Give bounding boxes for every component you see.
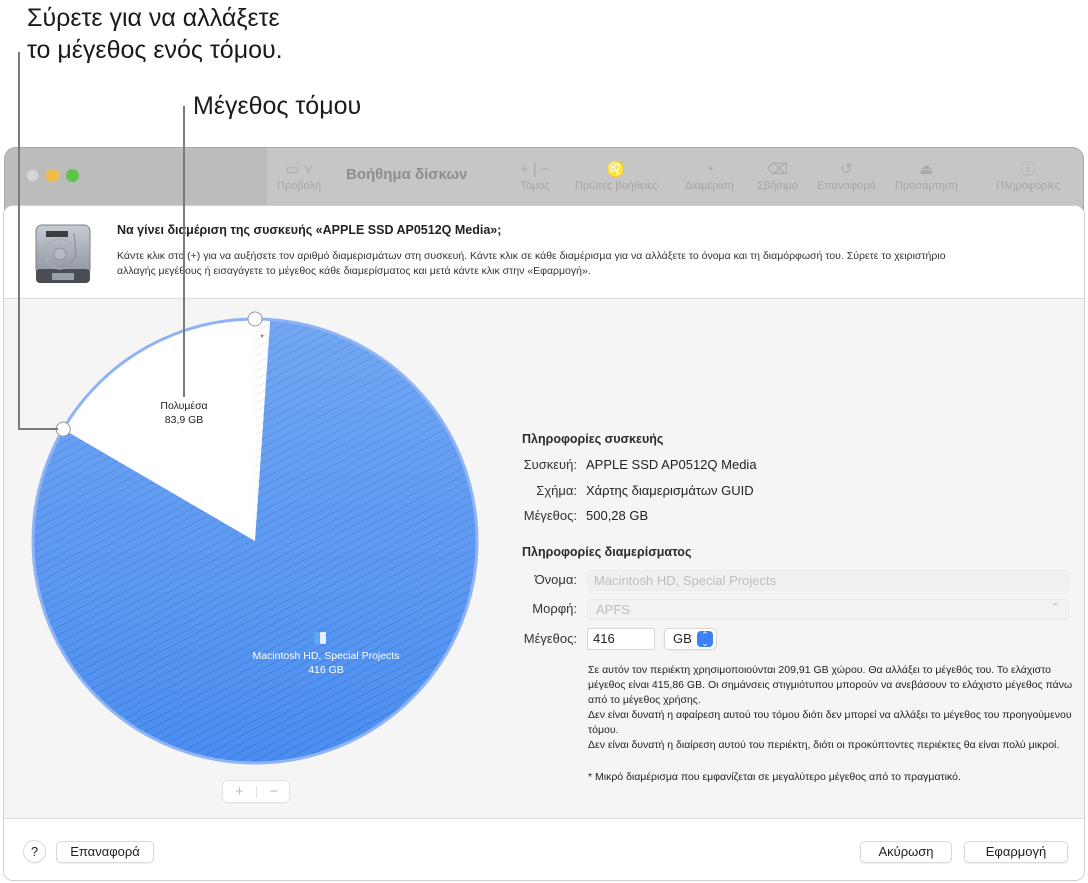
- help-button[interactable]: ?: [23, 840, 46, 863]
- partition-info-heading: Πληροφορίες διαμερίσματος: [522, 545, 692, 559]
- toolbar-view-button[interactable]: ▭ ˅ Προβολή: [277, 160, 321, 192]
- partition-size-label: Μέγεθος:: [523, 631, 577, 646]
- callout-resize-line2: το μέγεθος ενός τόμου.: [27, 36, 283, 64]
- pie-label-name-macintosh-hd: Macintosh HD, Special Projects: [252, 650, 399, 662]
- size-unit-select[interactable]: GB ⌃ ⌄: [664, 628, 717, 650]
- partition-footnote: * Μικρό διαμέρισμα που εμφανίζεται σε με…: [588, 771, 961, 783]
- resize-handle[interactable]: [55, 421, 71, 437]
- close-button[interactable]: [26, 169, 39, 182]
- pie-label-size-macintosh-hd: 416 GB: [308, 664, 344, 676]
- apply-button[interactable]: Εφαρμογή: [964, 841, 1068, 863]
- finder-icon: [314, 632, 326, 644]
- callout-resize-leader-horizontal: [18, 428, 58, 430]
- toolbar-info-button[interactable]: ⓘ Πληροφορίες: [996, 160, 1060, 192]
- chevron-updown-icon: ⌃: [1050, 602, 1060, 614]
- toolbar-partition-button[interactable]: ◔ Διαμέριση: [685, 160, 734, 192]
- device-info-heading: Πληροφορίες συσκευής: [522, 432, 664, 446]
- pie-chart-icon: ◔: [704, 161, 715, 178]
- minimize-button[interactable]: [46, 169, 59, 182]
- scheme-label: Σχήμα:: [536, 483, 577, 498]
- toolbar-mount-button[interactable]: ⏏ Προσάρτηση: [895, 160, 958, 192]
- partition-pie-chart[interactable]: Macintosh HD, Special Projects 416 GB Πολυ…: [4, 299, 504, 819]
- sheet-footer: ? Επαναφορά Ακύρωση Εφαρμογή: [4, 820, 1084, 880]
- partition-note-1: Σε αυτόν τον περιέκτη χρησιμοποιούνται 2…: [588, 664, 1073, 706]
- revert-button[interactable]: Επαναφορά: [56, 841, 154, 863]
- callout-volume-size: Μέγεθος τόμου: [193, 92, 362, 120]
- mount-icon: ⏏: [919, 161, 934, 178]
- sidebar-titlebar: [5, 148, 267, 206]
- sheet-title: Να γίνει διαμέριση της συσκευής «APPLE S…: [117, 223, 502, 237]
- toolbar-volume-button[interactable]: + | − Τόμος: [520, 160, 550, 192]
- callout-volume-leader: [183, 106, 185, 397]
- toolbar-restore-button[interactable]: ↺ Επαναφορά: [817, 160, 876, 192]
- info-icon: ⓘ: [1020, 161, 1036, 178]
- partition-format-select[interactable]: APFS ⌃: [587, 599, 1069, 620]
- callout-resize-leader-vertical: [18, 52, 20, 430]
- restore-icon: ↺: [840, 161, 853, 178]
- sheet-header: Να γίνει διαμέριση της συσκευής «APPLE S…: [4, 206, 1084, 299]
- window-title: Βοήθημα δίσκων: [346, 166, 468, 183]
- partition-name-label: Όνομα:: [534, 572, 577, 587]
- pie-label-small-partition: *: [260, 332, 264, 344]
- toolbar-first-aid-button[interactable]: ♌ Πρώτες βοήθειες: [575, 160, 657, 192]
- resize-handle[interactable]: [247, 311, 263, 327]
- hard-disk-icon: [35, 224, 91, 283]
- device-size-label: Μέγεθος:: [523, 508, 577, 523]
- scheme-value: Χάρτης διαμερισμάτων GUID: [586, 483, 754, 498]
- partition-format-value: APFS: [596, 602, 630, 617]
- zoom-button[interactable]: [66, 169, 79, 182]
- partition-sheet: Να γίνει διαμέριση της συσκευής «APPLE S…: [3, 205, 1085, 881]
- toolbar-erase-button[interactable]: ⌫ Σβήσιμο: [757, 160, 798, 192]
- pie-label-size-polymedia: 83,9 GB: [165, 414, 204, 426]
- sheet-description: Κάντε κλικ στο (+) για να αυξήσετε τον α…: [117, 250, 946, 277]
- stethoscope-icon: ♌: [606, 161, 626, 178]
- add-remove-partition-control: + −: [222, 780, 290, 803]
- partition-note-2: Δεν είναι δυνατή η αφαίρεση αυτού του τό…: [588, 709, 1072, 736]
- partition-format-label: Μορφή:: [532, 601, 577, 616]
- stepper-icon: ⌃ ⌄: [697, 631, 713, 648]
- sidebar-icon: ▭ ˅: [285, 161, 313, 178]
- plus-minus-icon: + | −: [520, 161, 550, 178]
- callout-resize-hint: Σύρετε για να αλλάξετε το μέγεθος ενός τ…: [27, 2, 283, 66]
- size-unit-value: GB: [673, 631, 692, 646]
- callout-resize-line1: Σύρετε για να αλλάξετε: [27, 4, 280, 32]
- partition-note-3: Δεν είναι δυνατή η διαίρεση αυτού του πε…: [588, 739, 1060, 751]
- device-size-value: 500,28 GB: [586, 508, 649, 523]
- pie-label-name-polymedia: Πολυμέσα: [160, 400, 207, 412]
- partition-name-field[interactable]: Macintosh HD, Special Projects: [587, 570, 1069, 591]
- device-value: APPLE SSD AP0512Q Media: [586, 457, 757, 472]
- device-label: Συσκευή:: [523, 457, 577, 472]
- sheet-body: Macintosh HD, Special Projects 416 GB Πολυ…: [4, 299, 1084, 819]
- add-partition-button[interactable]: +: [223, 781, 256, 802]
- cancel-button[interactable]: Ακύρωση: [860, 841, 952, 863]
- remove-partition-button[interactable]: −: [257, 781, 290, 802]
- partition-size-input[interactable]: 416: [587, 628, 655, 650]
- erase-icon: ⌫: [766, 161, 789, 178]
